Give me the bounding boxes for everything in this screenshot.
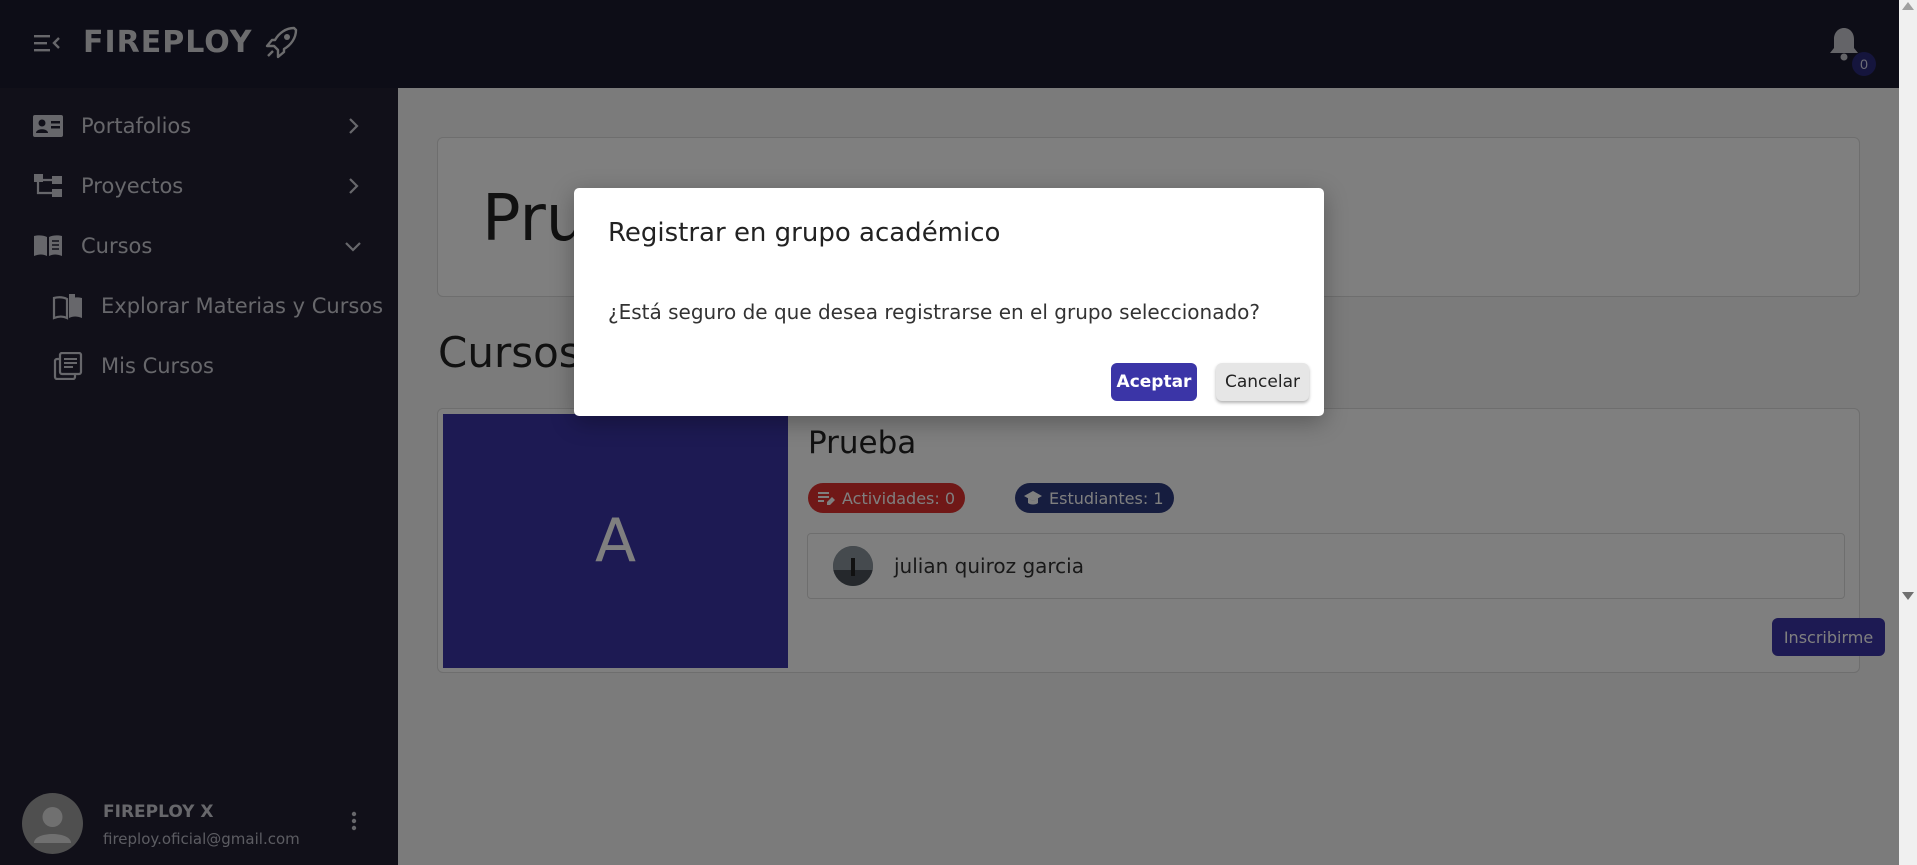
cancel-button[interactable]: Cancelar bbox=[1216, 363, 1309, 401]
page-scrollbar[interactable] bbox=[1899, 0, 1917, 865]
dialog-message: ¿Está seguro de que desea registrarse en… bbox=[608, 300, 1261, 324]
accept-button[interactable]: Aceptar bbox=[1111, 363, 1197, 401]
dialog-title: Registrar en grupo académico bbox=[608, 218, 1001, 248]
scroll-up-arrow-icon[interactable] bbox=[1902, 2, 1914, 10]
confirm-dialog: Registrar en grupo académico ¿Está segur… bbox=[574, 188, 1324, 416]
modal-backdrop[interactable] bbox=[0, 0, 1899, 865]
scroll-down-arrow-icon[interactable] bbox=[1902, 592, 1914, 600]
